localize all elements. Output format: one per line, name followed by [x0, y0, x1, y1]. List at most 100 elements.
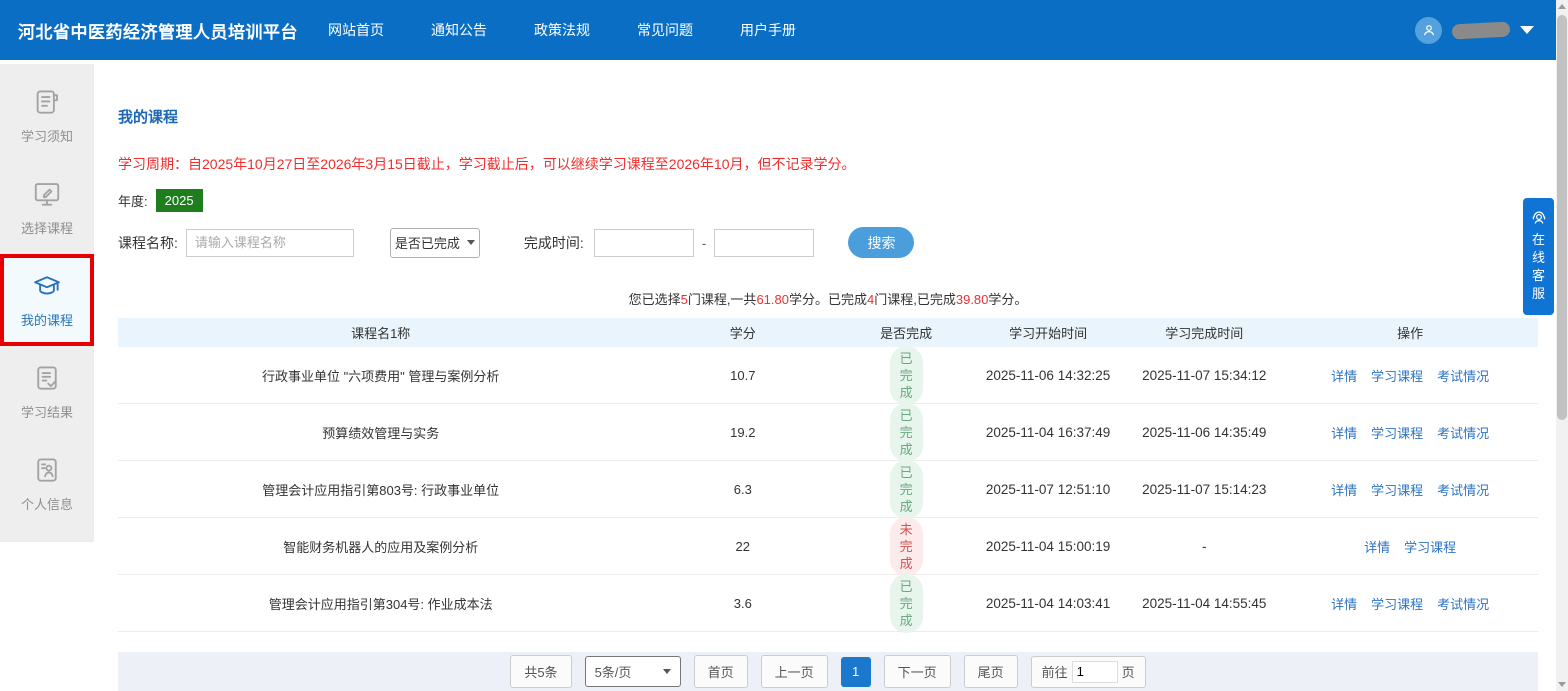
course-actions: 详情 学习课程: [1282, 537, 1538, 556]
sidebar-item-label: 我的课程: [20, 313, 73, 328]
notebook-icon: [36, 90, 58, 114]
course-credit: 22: [735, 538, 751, 554]
goto-suffix-label: 页: [1121, 665, 1135, 680]
status-badge: 已完成: [889, 573, 923, 633]
user-menu[interactable]: [1415, 16, 1534, 44]
course-name: 管理会计应用指引第803号: 行政事业单位: [262, 482, 500, 498]
summary-total-credits: 61.80: [756, 292, 789, 307]
goto-page-input[interactable]: [1071, 660, 1118, 683]
next-page-button[interactable]: 下一页: [883, 655, 951, 688]
finish-time-end-input[interactable]: [714, 228, 815, 257]
nav-item-home[interactable]: 网站首页: [328, 20, 384, 40]
course-end-time: 2025-11-06 14:35:49: [1142, 424, 1267, 440]
completed-select[interactable]: 是否已完成: [389, 227, 480, 258]
first-page-button[interactable]: 首页: [693, 655, 748, 688]
summary-text: 门课程,一共: [687, 292, 757, 307]
study-course-link[interactable]: 学习课程: [1371, 369, 1423, 384]
select-caret-icon: [466, 240, 475, 245]
table-header: 课程名1称 学分 是否完成 学习开始时间 学习完成时间 操作: [118, 318, 1538, 347]
course-table: 课程名1称 学分 是否完成 学习开始时间 学习完成时间 操作 行政事业单位 "六…: [118, 318, 1538, 633]
page-size-select[interactable]: 5条/页: [584, 656, 681, 687]
online-service-label: 在线客服: [1531, 232, 1545, 301]
last-page-button[interactable]: 尾页: [963, 655, 1018, 688]
course-start-time: 2025-11-06 14:32:25: [985, 367, 1111, 383]
study-period-notice: 学习周期：自2025年10月27日至2026年3月15日截止，学习截止后，可以继…: [118, 156, 856, 172]
detail-link[interactable]: 详情: [1331, 483, 1357, 498]
id-card-icon: [37, 458, 57, 482]
table-row: 预算绩效管理与实务 19.2 已完成 2025-11-04 16:37:49 2…: [118, 402, 1538, 462]
sidebar-item-my-courses[interactable]: 我的课程: [0, 254, 94, 346]
headset-icon: [1532, 211, 1545, 224]
course-actions: 详情 学习课程 考试情况: [1282, 594, 1538, 613]
sidebar-item-study-results[interactable]: 学习结果: [0, 346, 94, 438]
sidebar-item-study-notice[interactable]: 学习须知: [0, 70, 94, 162]
course-name-input[interactable]: [185, 228, 354, 257]
course-end-time: 2025-11-07 15:14:23: [1142, 481, 1267, 497]
year-badge[interactable]: 2025: [155, 189, 203, 212]
year-label: 年度:: [118, 194, 148, 209]
user-icon: [1423, 25, 1434, 36]
prev-page-button[interactable]: 上一页: [760, 655, 828, 688]
summary-done-credits: 39.80: [955, 292, 989, 307]
study-course-link[interactable]: 学习课程: [1404, 540, 1456, 555]
course-name: 预算绩效管理与实务: [322, 425, 440, 441]
exam-status-link[interactable]: 考试情况: [1437, 597, 1489, 612]
detail-link[interactable]: 详情: [1331, 426, 1357, 441]
study-course-link[interactable]: 学习课程: [1371, 597, 1423, 612]
select-caret-icon: [662, 669, 671, 674]
table-row: 管理会计应用指引第304号: 作业成本法 3.6 已完成 2025-11-04 …: [118, 573, 1538, 633]
nav-item-manual[interactable]: 用户手册: [740, 20, 796, 40]
exam-status-link[interactable]: 考试情况: [1437, 369, 1489, 384]
course-name: 智能财务机器人的应用及案例分析: [283, 539, 479, 555]
study-course-link[interactable]: 学习课程: [1371, 483, 1423, 498]
completed-select-value: 是否已完成: [394, 236, 460, 251]
nav-item-faq[interactable]: 常见问题: [637, 20, 693, 40]
course-status: 已完成: [842, 459, 970, 519]
filter-bar: 课程名称: 是否已完成 完成时间: - 搜索: [118, 227, 1538, 258]
course-name-label: 课程名称:: [118, 234, 178, 251]
table-row: 管理会计应用指引第803号: 行政事业单位 6.3 已完成 2025-11-07…: [118, 459, 1538, 519]
summary-text: 学分。: [988, 292, 1028, 307]
nav-item-notices[interactable]: 通知公告: [431, 20, 487, 40]
current-page-button[interactable]: 1: [840, 656, 871, 687]
nav-item-policies[interactable]: 政策法规: [534, 20, 590, 40]
page-title: 我的课程: [118, 109, 179, 126]
scrollbar[interactable]: [1556, 0, 1568, 691]
scroll-down-icon[interactable]: [1558, 682, 1566, 687]
summary-text: 门课程,已完成: [874, 292, 956, 307]
header-credit: 学分: [729, 326, 756, 341]
exam-status-link[interactable]: 考试情况: [1437, 483, 1489, 498]
detail-link[interactable]: 详情: [1331, 369, 1357, 384]
exam-status-link[interactable]: 考试情况: [1437, 426, 1489, 441]
search-button[interactable]: 搜索: [848, 227, 915, 258]
graduation-cap-icon: [34, 276, 60, 295]
avatar[interactable]: [1415, 16, 1442, 44]
sidebar-item-label: 选择课程: [20, 221, 73, 236]
study-course-link[interactable]: 学习课程: [1371, 426, 1423, 441]
summary-text: 您已选择: [628, 292, 681, 307]
online-service-button[interactable]: 在线客服: [1523, 198, 1554, 315]
sidebar-item-label: 学习结果: [20, 405, 73, 420]
scroll-up-icon[interactable]: [1558, 4, 1566, 9]
detail-link[interactable]: 详情: [1331, 597, 1357, 612]
chevron-down-icon[interactable]: [1520, 26, 1534, 34]
course-start-time: 2025-11-07 12:51:10: [985, 481, 1111, 497]
sidebar-item-select-course[interactable]: 选择课程: [0, 162, 94, 254]
detail-link[interactable]: 详情: [1364, 540, 1390, 555]
course-actions: 详情 学习课程 考试情况: [1282, 366, 1538, 385]
course-name: 行政事业单位 "六项费用" 管理与案例分析: [261, 368, 500, 384]
status-badge: 已完成: [889, 459, 923, 519]
main-content: 我的课程 学习周期：自2025年10月27日至2026年3月15日截止，学习截止…: [94, 60, 1556, 691]
course-end-time: 2025-11-07 15:34:12: [1142, 367, 1267, 383]
username-redacted: [1451, 20, 1511, 40]
year-row: 年度: 2025: [118, 189, 1538, 212]
course-credit: 6.3: [733, 481, 752, 497]
sidebar-menu: 学习须知 选择课程 我的课程 学习结果 个人信息: [0, 64, 94, 542]
status-badge: 已完成: [889, 402, 923, 462]
pagination-bar: 共5条 5条/页 首页 上一页 1 下一页 尾页 前往 页: [118, 652, 1538, 691]
sidebar-item-personal-info[interactable]: 个人信息: [0, 438, 94, 530]
finish-time-start-input[interactable]: [593, 228, 694, 257]
scrollbar-thumb[interactable]: [1557, 15, 1567, 420]
course-credit: 3.6: [733, 595, 752, 611]
course-actions: 详情 学习课程 考试情况: [1282, 480, 1538, 499]
